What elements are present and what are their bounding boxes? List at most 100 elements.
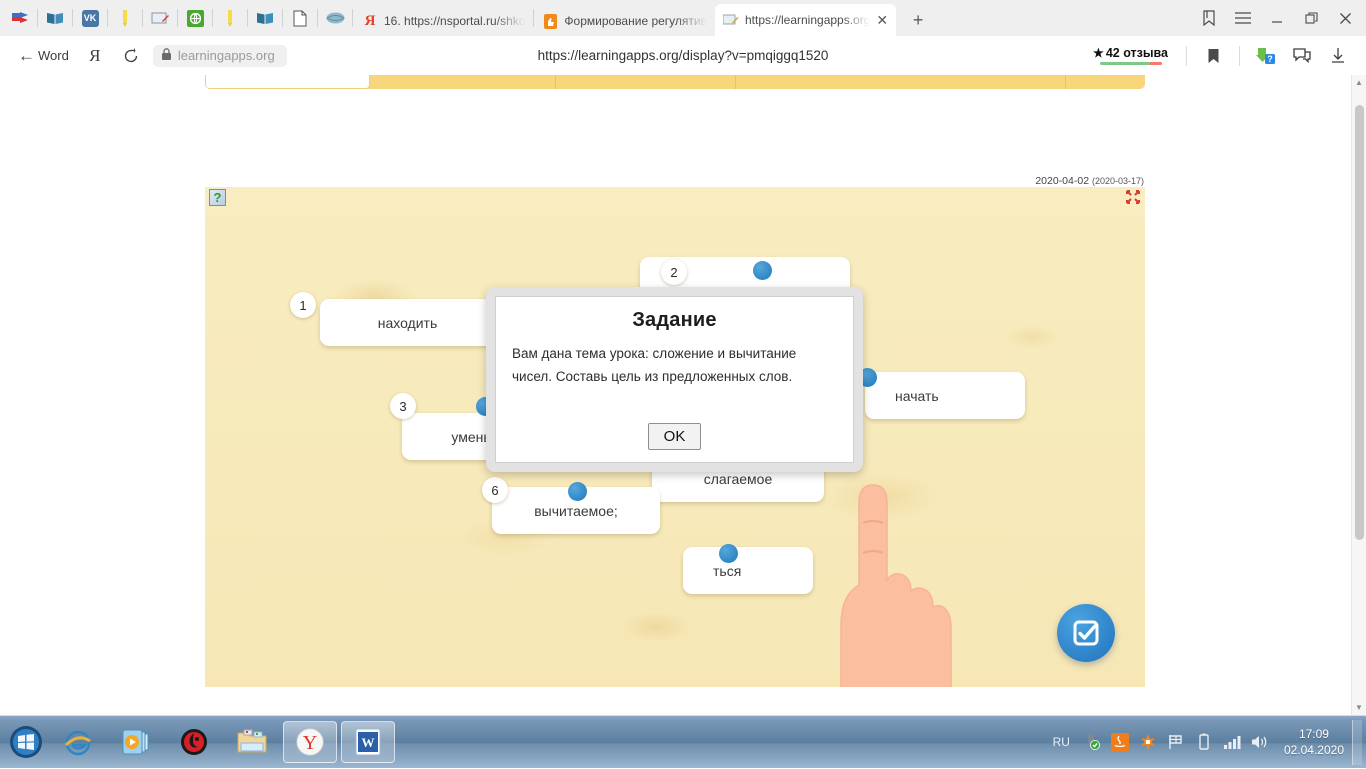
restore-icon[interactable] [1294,4,1328,32]
yandex-logo-icon[interactable]: Я [80,41,110,71]
scroll-down-arrow[interactable]: ▼ [1352,700,1366,715]
divider [1065,75,1066,89]
rating-text: 42 отзыва [1106,46,1168,60]
date-stamp: 2020-04-02 (2020-03-17) [1035,175,1144,187]
flag-action-center-icon[interactable] [1164,731,1188,753]
java-icon[interactable] [1108,731,1132,753]
minimize-icon[interactable] [1260,4,1294,32]
card-number-badge: 6 [482,477,508,503]
divider [317,9,318,27]
window-controls [1192,4,1362,32]
divider [735,75,736,89]
page-content: 2020-04-02 (2020-03-17) ? находить 1 2 [0,75,1366,715]
divider [177,9,178,27]
card-number-badge: 3 [390,393,416,419]
site-nav-active-tab[interactable] [205,75,370,89]
card-number-badge: 2 [661,259,687,285]
card-label: находить [378,315,438,331]
divider [352,9,353,27]
help-icon[interactable]: ? [209,189,226,206]
word-card[interactable]: находить [320,299,495,346]
back-label: Word [38,48,69,63]
site-host-chip[interactable]: learningapps.org [153,45,287,67]
pencil-icon[interactable] [112,5,138,31]
bookmark-manager-icon[interactable] [1192,4,1226,32]
ok-button[interactable]: OK [648,423,702,450]
usb-safe-remove-icon[interactable] [1080,731,1104,753]
avast-icon[interactable] [1136,731,1160,753]
dialog-title: Задание [512,309,837,332]
volume-icon[interactable] [1248,731,1272,753]
download-manager-icon[interactable]: ? [1251,41,1281,71]
green-globe-icon[interactable] [182,5,208,31]
tab-nsportal[interactable]: Я 16. https://nsportal.ru/shko [354,6,533,36]
close-icon[interactable]: ✕ [876,13,888,27]
shell-icon[interactable] [322,5,348,31]
show-desktop-button[interactable] [1352,720,1362,765]
scrollbar-thumb[interactable] [1355,105,1364,540]
task-dialog: Задание Вам дана тема урока: сложение и … [486,287,863,472]
network-icon[interactable] [1220,731,1244,753]
word-card[interactable]: ться [683,547,813,594]
book-icon[interactable] [252,5,278,31]
tab-title: https://learningapps.org [745,13,870,27]
vk-icon[interactable]: VK [77,5,103,31]
site-rating[interactable]: ★ 42 отзыва [1093,46,1168,65]
fullscreen-icon[interactable] [1125,189,1141,205]
dialog-text: Вам дана тема урока: сложение и вычитани… [512,343,837,388]
taskbar-clock[interactable]: 17:09 02.04.2020 [1284,726,1344,758]
windows-start-icon[interactable] [3,720,49,764]
word-card[interactable]: начать [865,372,1025,419]
taskbar-media-player[interactable] [109,721,163,763]
taskbar-word[interactable]: W [341,721,395,763]
reload-icon[interactable] [116,41,146,71]
back-to-word-button[interactable]: ← Word [10,46,77,66]
drag-knob[interactable] [719,544,738,563]
pencil-icon[interactable] [217,5,243,31]
flag-icon[interactable] [7,5,33,31]
svg-text:Y: Y [303,732,317,754]
bookmark-icon[interactable] [1198,41,1228,71]
date-modified: (2020-03-17) [1092,176,1144,186]
tab-formirovanie[interactable]: Формирование регулятив [534,6,715,36]
tab-title: Формирование регулятив [564,14,707,28]
host-text: learningapps.org [178,48,275,63]
address-bar-right: ★ 42 отзыва ? [1093,41,1356,71]
language-indicator[interactable]: RU [1053,735,1070,749]
taskbar-gom-player[interactable] [167,721,221,763]
drag-knob[interactable] [568,482,587,501]
taskbar-yandex-browser[interactable]: Y [283,721,337,763]
arrow-left-icon: ← [18,46,35,66]
scroll-up-arrow[interactable]: ▲ [1352,75,1366,90]
collections-icon[interactable] [1287,41,1317,71]
address-bar: ← Word Я learningapps.org https://learni… [0,36,1366,75]
address-bar-left: ← Word Я learningapps.org [10,41,287,71]
tab-learningapps[interactable]: https://learningapps.org ✕ [715,4,896,36]
drag-knob[interactable] [753,261,772,280]
check-answer-button[interactable] [1057,604,1115,662]
close-icon[interactable] [1328,4,1362,32]
notepad-pencil-icon [723,12,739,28]
menu-icon[interactable] [1226,4,1260,32]
orange-thumb-icon [542,13,558,29]
notepad-icon[interactable] [147,5,173,31]
divider [37,9,38,27]
rating-bar-negative [1150,62,1161,65]
taskbar-explorer-folder[interactable] [225,721,279,763]
date-created: 2020-04-02 [1035,175,1089,187]
divider [142,9,143,27]
page-scrollbar[interactable]: ▲ ▼ [1351,75,1366,715]
book-icon[interactable] [42,5,68,31]
new-tab-button[interactable]: + [904,6,932,34]
task-dialog-inner: Задание Вам дана тема урока: сложение и … [495,296,854,463]
battery-icon[interactable] [1192,731,1216,753]
system-tray: RU 17:09 02.04.2020 [1045,716,1366,769]
svg-text:W: W [362,735,375,750]
downloads-icon[interactable] [1323,41,1353,71]
divider [212,9,213,27]
browser-window: VK [0,0,1366,715]
taskbar-internet-explorer[interactable] [51,721,105,763]
divider [107,9,108,27]
card-label: слагаемое [704,471,773,487]
document-icon[interactable] [287,5,313,31]
